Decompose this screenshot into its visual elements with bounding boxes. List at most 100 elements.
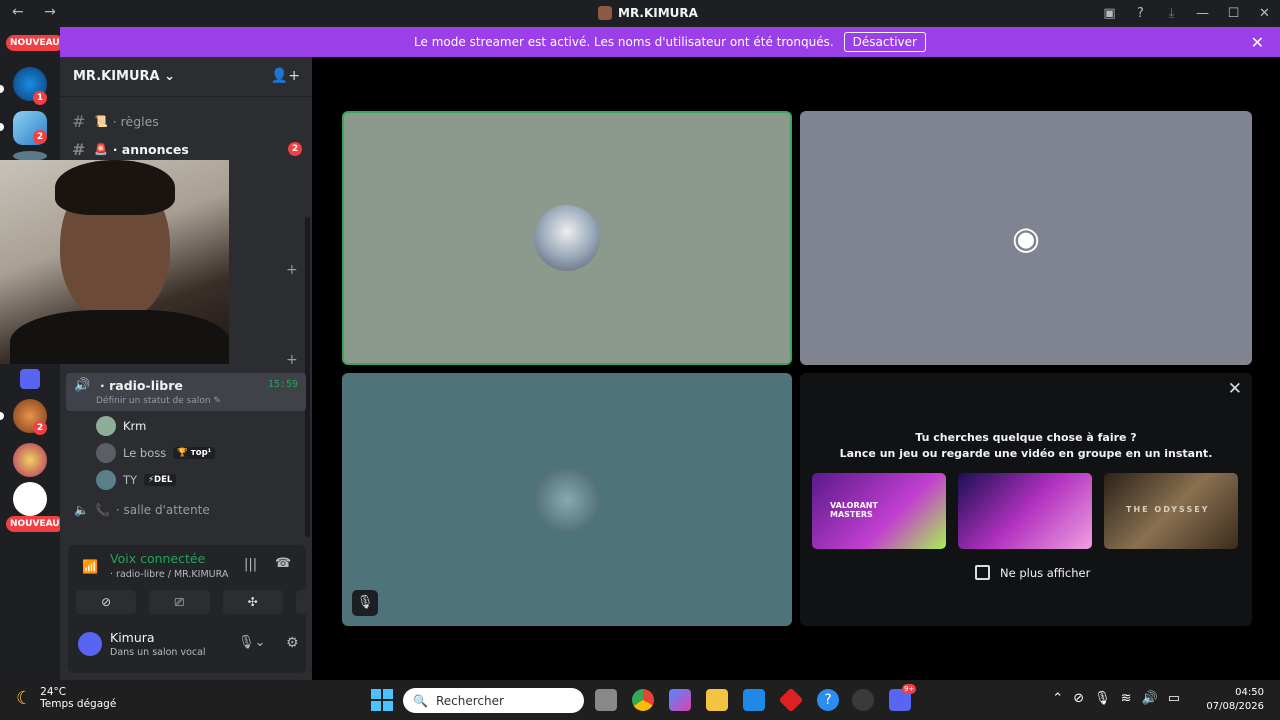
- screen-share-icon[interactable]: ⎚: [149, 590, 210, 614]
- maximize-icon[interactable]: ☐: [1218, 6, 1249, 21]
- channel-regles[interactable]: # 📜 · règles: [72, 108, 308, 134]
- channel-sidebar: MR.KIMURA ⌄ 👤+ # 📜 · règles # 🚨 · annonc…: [60, 57, 356, 680]
- shirt-shape: [10, 310, 229, 364]
- tray-app-icon[interactable]: ⊘: [1073, 691, 1084, 706]
- task-view-icon[interactable]: [595, 689, 617, 711]
- folder-icon[interactable]: [20, 369, 40, 389]
- start-button-icon[interactable]: [371, 689, 393, 711]
- inbox-icon[interactable]: ▣: [1094, 6, 1125, 21]
- chrome-icon[interactable]: [632, 689, 654, 711]
- weather-widget[interactable]: ☾ 24°C Temps dégagé: [16, 686, 116, 710]
- voice-user[interactable]: Krm: [96, 415, 146, 437]
- server-header[interactable]: MR.KIMURA ⌄ 👤+: [60, 57, 312, 97]
- webcam-overlay[interactable]: [0, 160, 229, 364]
- help-icon[interactable]: ?: [817, 689, 839, 711]
- banner-close-icon[interactable]: ✕: [1251, 33, 1264, 52]
- activities-icon[interactable]: ✣: [222, 590, 283, 614]
- streamer-mode-banner: Le mode streamer est activé. Les noms d'…: [60, 27, 1280, 57]
- title-bar-icons: ▣ ? ⤓ — ☐ ✕: [1094, 0, 1280, 27]
- minimize-icon[interactable]: —: [1187, 6, 1218, 21]
- avatar: [96, 416, 116, 436]
- server-icon-g[interactable]: [13, 482, 47, 516]
- avatar: [534, 467, 600, 533]
- search-placeholder: Rechercher: [435, 693, 504, 708]
- user-tag: 🏆 тор¹: [173, 447, 216, 459]
- participant-tile[interactable]: 🎙: [342, 373, 792, 626]
- mic-icon[interactable]: 🎙: [352, 590, 378, 616]
- nouveau-badge[interactable]: NOUVEAU: [6, 516, 64, 532]
- activity-card-valorant[interactable]: VALORANT MASTERS: [812, 473, 946, 549]
- voice-channel-radio-libre[interactable]: 🔊 · radio-libre 15:59 Définir un statut …: [66, 373, 306, 411]
- discord-logo-icon: ◉: [1012, 219, 1040, 257]
- checkbox[interactable]: [975, 565, 990, 580]
- red-app-icon[interactable]: [778, 687, 804, 713]
- close-icon[interactable]: ✕: [1249, 6, 1280, 21]
- voice-user-name: TY: [123, 473, 138, 487]
- search-box[interactable]: 🔍 Rechercher: [403, 688, 584, 713]
- download-icon[interactable]: ⤓: [1156, 6, 1187, 21]
- activity-card-character[interactable]: [958, 473, 1092, 549]
- store-icon[interactable]: [743, 689, 765, 711]
- voice-channel-waiting[interactable]: 🔈 📞 · salle d'attente: [74, 503, 210, 517]
- nav-arrows[interactable]: ← →: [12, 4, 64, 20]
- camera-off-icon[interactable]: ⊘: [76, 590, 137, 614]
- server-name: MR.KIMURA ⌄: [73, 69, 176, 84]
- steam-icon[interactable]: [852, 689, 874, 711]
- clock[interactable]: 04:50 07/08/2026: [1206, 686, 1264, 714]
- text-channel-icon: #: [72, 111, 86, 131]
- microphone-icon[interactable]: 🎙⌄: [238, 635, 265, 650]
- channel-annonces[interactable]: # 🚨 · annonces 2: [72, 136, 308, 162]
- user-tag: ⚡DEL: [144, 474, 177, 486]
- wifi-icon[interactable]: ≋: [1121, 691, 1132, 706]
- dont-show-again[interactable]: Ne plus afficher: [975, 565, 1090, 580]
- set-channel-status[interactable]: Définir un statut de salon ✎: [96, 396, 221, 406]
- nouveau-badge[interactable]: NOUVEAU: [6, 35, 64, 51]
- window-title-text: MR.KIMURA: [618, 6, 698, 20]
- speaker-icon: 🔊: [74, 378, 91, 393]
- server-count-badge: 1: [33, 91, 47, 105]
- voice-user[interactable]: Le boss 🏆 тор¹: [96, 442, 216, 464]
- battery-icon[interactable]: ▭: [1168, 691, 1180, 706]
- server-icon-baylife[interactable]: [13, 443, 47, 477]
- add-member-icon[interactable]: 👤+: [271, 68, 300, 84]
- text-channel-icon: #: [72, 139, 86, 159]
- voice-user[interactable]: TY ⚡DEL: [96, 469, 177, 491]
- avatar[interactable]: [78, 632, 102, 656]
- deactivate-button[interactable]: Désactiver: [843, 32, 926, 52]
- settings-icon[interactable]: ⚙: [286, 635, 299, 651]
- siren-emoji-icon: 🚨: [94, 142, 108, 156]
- activity-suggestion-panel: ✕ Tu cherches quelque chose à faire ? La…: [800, 373, 1252, 626]
- chevron-up-icon[interactable]: ⌃: [1052, 691, 1063, 706]
- help-icon[interactable]: ?: [1125, 6, 1156, 21]
- activity-card-label: THE ODYSSEY: [1126, 505, 1210, 514]
- participant-tile[interactable]: ◉: [800, 111, 1252, 365]
- close-icon[interactable]: ✕: [1228, 379, 1242, 399]
- volume-icon[interactable]: 🔊: [1142, 691, 1158, 706]
- server-count-badge: 2: [33, 421, 47, 435]
- weather-text: 24°C Temps dégagé: [40, 686, 116, 710]
- add-channel-icon[interactable]: +: [286, 262, 298, 278]
- activity-card-label: VALORANT MASTERS: [830, 501, 878, 519]
- microphone-icon[interactable]: 🎙: [1094, 691, 1111, 706]
- disconnect-icon[interactable]: ☎: [275, 556, 291, 571]
- activity-card-odyssey[interactable]: THE ODYSSEY: [1104, 473, 1238, 549]
- banner-text: Le mode streamer est activé. Les noms d'…: [414, 35, 834, 49]
- phone-icon: 📞: [94, 503, 110, 517]
- voice-stage: ◉ 🎙 ✕ Tu cherches quelque chose à faire …: [312, 57, 1280, 680]
- speaker-icon: 🔈: [74, 503, 89, 517]
- user-status: Dans un salon vocal: [110, 647, 206, 658]
- noise-suppression-icon[interactable]: |||: [244, 557, 257, 572]
- voice-channel-timer: 15:59: [267, 379, 298, 390]
- copilot-icon[interactable]: [669, 689, 691, 711]
- avatar: [534, 205, 600, 271]
- file-explorer-icon[interactable]: [706, 689, 728, 711]
- add-channel-icon[interactable]: +: [286, 352, 298, 368]
- participant-tile[interactable]: [342, 111, 792, 365]
- activity-title: Tu cherches quelque chose à faire ?: [915, 431, 1137, 444]
- weather-desc: Temps dégagé: [40, 698, 117, 710]
- avatar: [96, 470, 116, 490]
- channel-label: · règles: [112, 113, 159, 129]
- window-title: MR.KIMURA: [598, 6, 698, 20]
- user-panel: Kimura Dans un salon vocal 🎙⌄ ⚙: [68, 625, 306, 669]
- voice-connected-subtitle[interactable]: · radio-libre / MR.KIMURA: [110, 569, 228, 580]
